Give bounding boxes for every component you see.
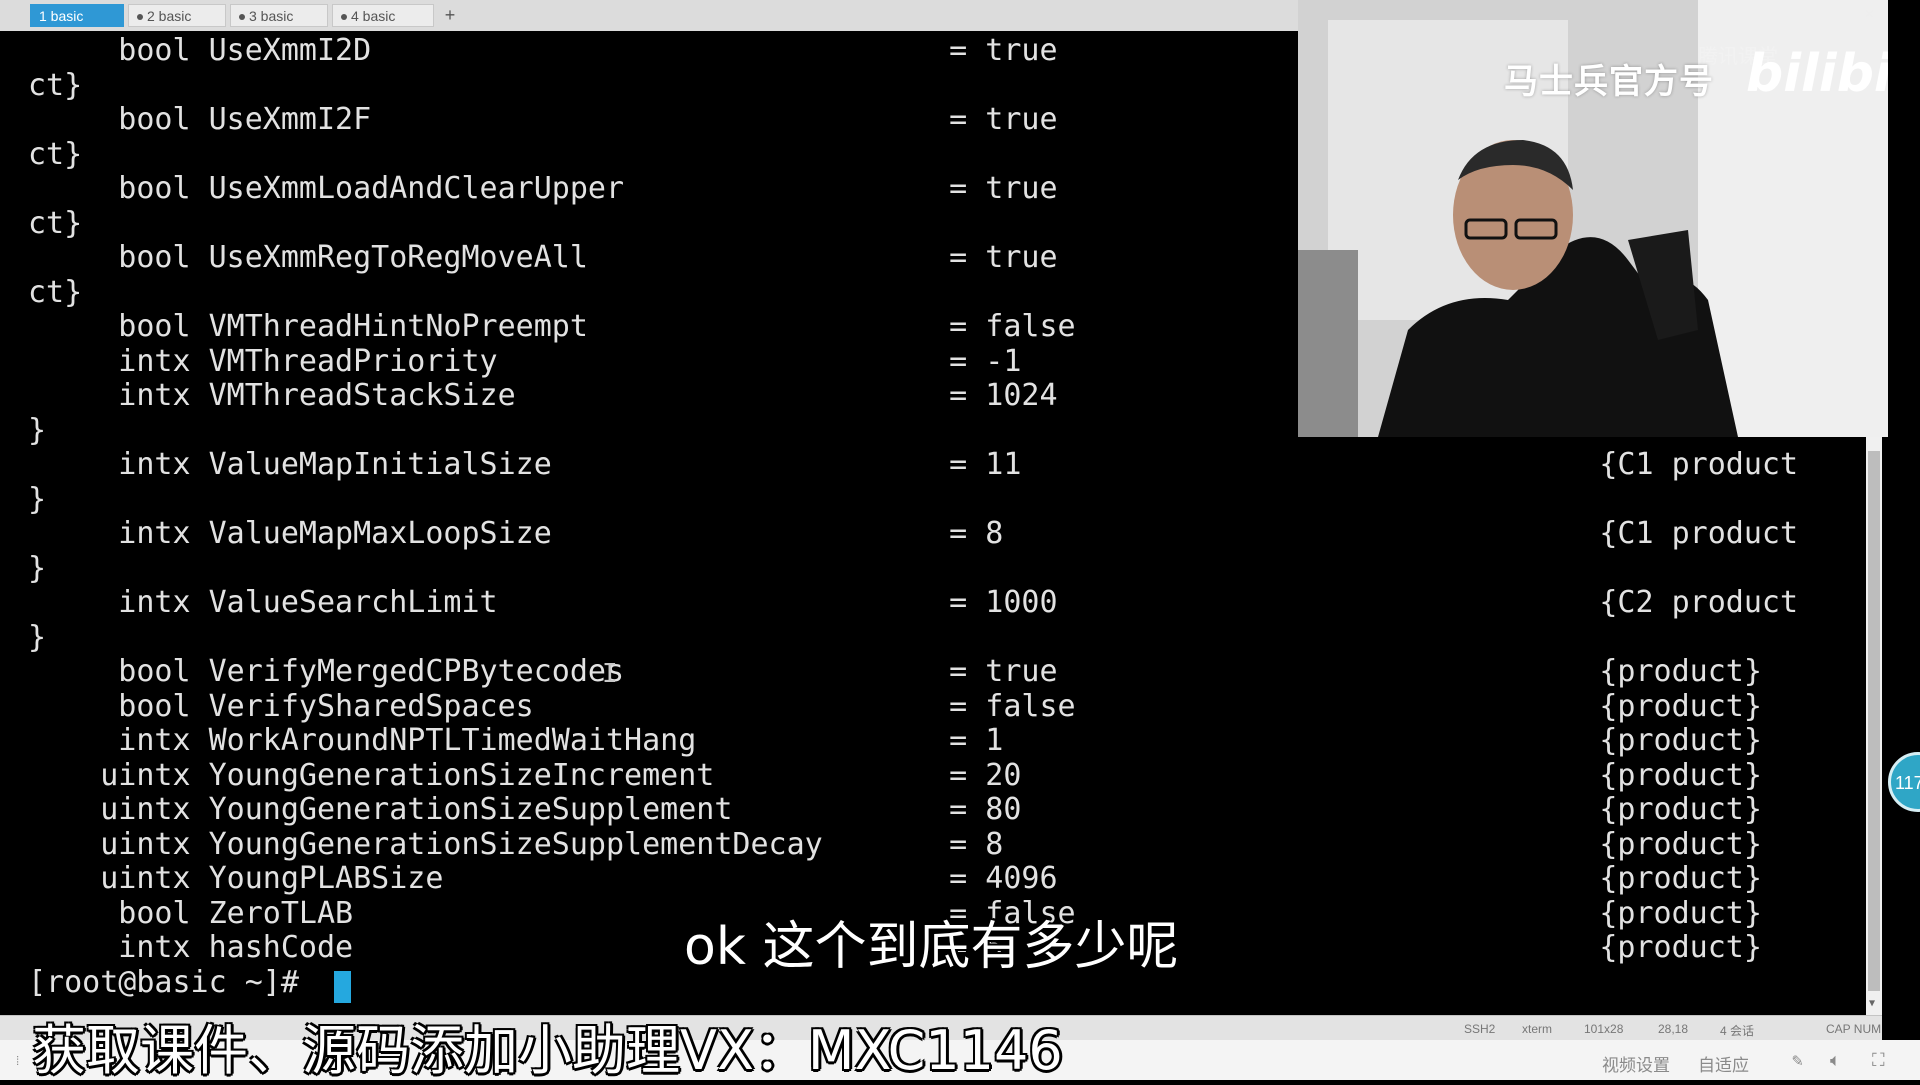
video-subtitle: ok 这个到底有多少呢	[684, 917, 1179, 977]
volume-icon[interactable]: 🔈︎	[1830, 1050, 1841, 1071]
video-settings-button[interactable]: 视频设置	[1602, 1051, 1670, 1076]
tab-2-basic[interactable]: 2 basic	[128, 4, 226, 27]
terminal-line: intx ValueMapMaxLoopSize = 8 {C1 product	[28, 516, 1799, 551]
terminal-line: uintx YoungGenerationSizeSupplementDecay…	[28, 827, 1762, 862]
fit-mode-button[interactable]: 自适应	[1698, 1051, 1749, 1076]
terminal-line: bool VMThreadHintNoPreempt = false	[28, 309, 1076, 344]
tab-status-dot-icon	[137, 14, 143, 21]
terminal-line: bool VerifyMergedCPBytecodes = true {pro…	[28, 654, 1762, 689]
terminal-line: intx VMThreadPriority = -1	[28, 344, 1022, 379]
status-keys: CAP NUM	[1826, 1022, 1882, 1036]
terminal-cursor	[334, 971, 351, 1003]
status-cursor-position: 28,18	[1658, 1022, 1689, 1036]
scrollbar-thumb[interactable]	[1868, 451, 1880, 991]
channel-watermark: 马士兵官方号	[1504, 62, 1714, 102]
tab-4-basic[interactable]: 4 basic	[332, 4, 434, 27]
terminal-line: bool UseXmmLoadAndClearUpper = true	[28, 171, 1058, 206]
terminal-prompt: [root@basic ~]#	[28, 965, 317, 1000]
status-size: 101x28	[1584, 1022, 1624, 1036]
terminal-line: }	[28, 482, 47, 517]
tab-label: 2 basic	[147, 8, 192, 24]
terminal-line: }	[28, 413, 47, 448]
pin-icon[interactable]: ✎	[1792, 1050, 1803, 1071]
badge-count: 117	[1895, 773, 1920, 793]
terminal-line: }	[28, 620, 47, 655]
terminal-line: bool UseXmmI2D = true	[28, 33, 1058, 68]
scroll-down-arrow-icon[interactable]: ▼	[1869, 999, 1879, 1009]
terminal-line: intx ValueSearchLimit = 1000 {C2 product	[28, 585, 1799, 620]
terminal-line: uintx YoungPLABSize = 4096 {product}	[28, 861, 1762, 896]
terminal-line: bool UseXmmRegToRegMoveAll = true	[28, 240, 1058, 275]
terminal-line: }	[28, 551, 47, 586]
terminal-line: ct}	[28, 275, 83, 310]
terminal-line: intx VMThreadStackSize = 1024	[28, 378, 1058, 413]
terminal-line: intx ValueMapInitialSize = 11 {C1 produc…	[28, 447, 1799, 482]
viewer-count-badge[interactable]: 117	[1888, 752, 1920, 812]
status-terminal-type: xterm	[1522, 1022, 1552, 1036]
terminal-line: ct}	[28, 137, 83, 172]
terminal-line: ct}	[28, 206, 83, 241]
tab-status-dot-icon	[341, 14, 347, 21]
tab-bar: 1 basic 2 basic 3 basic 4 basic +	[0, 0, 1298, 32]
terminal-line: ct}	[28, 68, 83, 103]
terminal-line: uintx YoungGenerationSizeSupplement = 80…	[28, 792, 1762, 827]
fullscreen-icon[interactable]: ⛶	[1872, 1050, 1885, 1071]
status-protocol: SSH2	[1464, 1022, 1496, 1036]
tab-status-dot-icon	[239, 14, 245, 21]
tab-3-basic[interactable]: 3 basic	[230, 4, 328, 27]
tab-1-basic[interactable]: 1 basic	[30, 4, 124, 27]
add-tab-button[interactable]: +	[440, 6, 460, 26]
status-sessions: 4 会话	[1720, 1024, 1755, 1038]
webcam-overlay: 腾讯课堂 马士兵官方号 bilibili ×	[1298, 0, 1888, 437]
tab-label: 3 basic	[249, 8, 294, 24]
terminal-line: uintx YoungGenerationSizeIncrement = 20 …	[28, 758, 1762, 793]
text-cursor-icon: I	[602, 659, 618, 689]
terminal-line: bool VerifySharedSpaces = false {product…	[28, 689, 1762, 724]
bilibili-logo: bilibili	[1746, 44, 1888, 104]
tab-label: 4 basic	[351, 8, 396, 24]
promo-caption: 获取课件、源码添加小助理VX：MXC1146	[32, 1019, 1063, 1082]
close-icon[interactable]: ×	[1865, 6, 1874, 24]
terminal-line: bool UseXmmI2F = true	[28, 102, 1058, 137]
player-menu-icon[interactable]: ⁞	[14, 1054, 21, 1069]
tab-label: 1 basic	[39, 8, 84, 24]
terminal-line: intx WorkAroundNPTLTimedWaitHang = 1 {pr…	[28, 723, 1762, 758]
